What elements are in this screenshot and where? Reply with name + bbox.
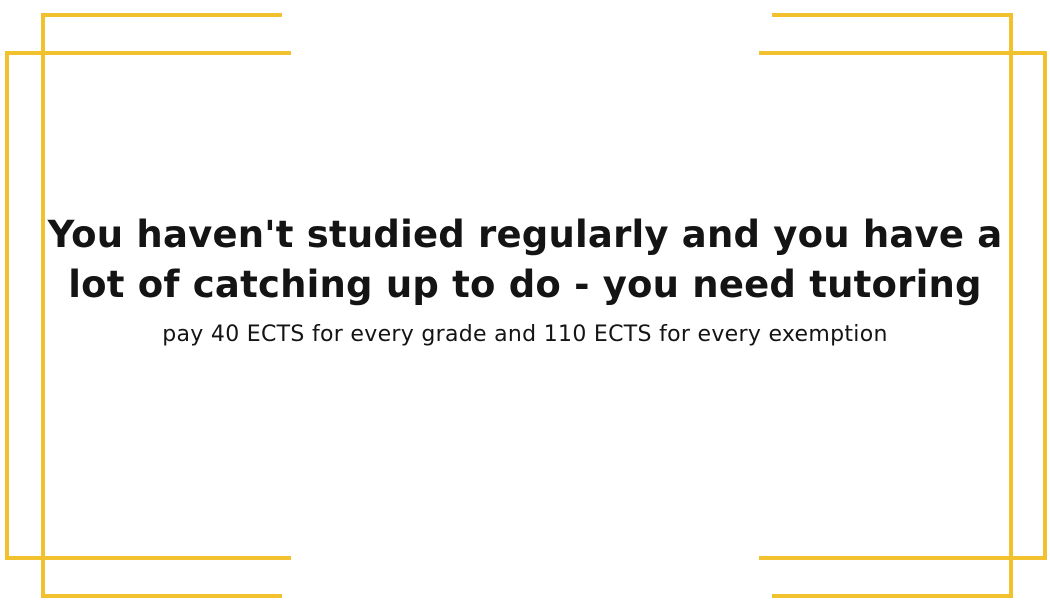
headline-line-2: lot of catching up to do - you need tuto… xyxy=(68,263,982,306)
headline-line-1: You haven't studied regularly and you ha… xyxy=(47,213,1003,256)
message-card: You haven't studied regularly and you ha… xyxy=(40,210,1010,350)
headline: You haven't studied regularly and you ha… xyxy=(40,210,1010,310)
subline: pay 40 ECTS for every grade and 110 ECTS… xyxy=(162,322,888,347)
